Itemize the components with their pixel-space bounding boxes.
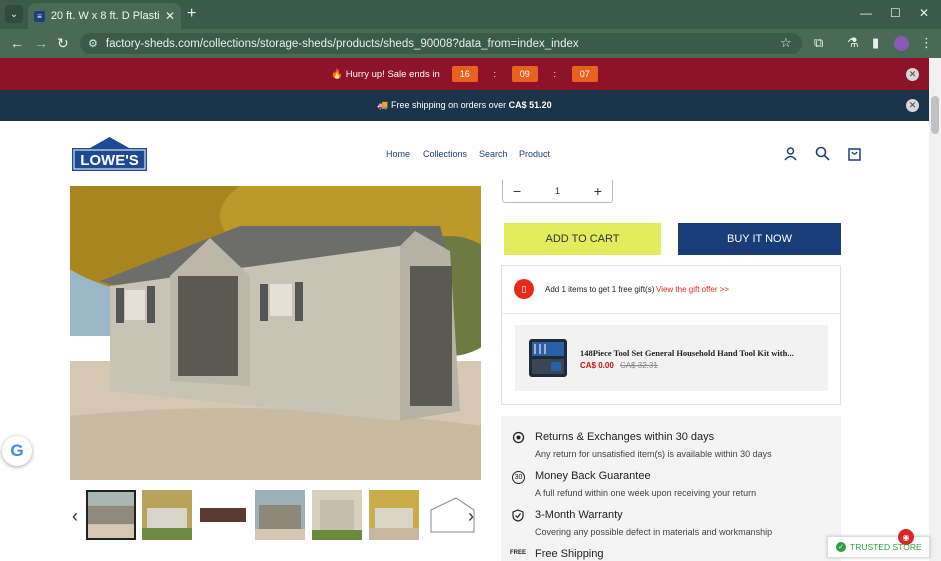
forward-icon[interactable]: →	[34, 35, 48, 51]
check-shield-icon: ✓	[836, 542, 846, 552]
tab-title: 20 ft. W x 8 ft. D Plastic Storag	[50, 10, 159, 22]
close-window-icon[interactable]: ✕	[919, 6, 929, 20]
shipping-text: 🚚 Free shipping on orders over CA$ 51.20	[377, 100, 552, 110]
quantity-value[interactable]: 1	[555, 186, 560, 196]
sale-announcement-bar: 🔥 Hurry up! Sale ends in 16 : 09 : 07 ✕	[0, 58, 929, 90]
gift-offer-text: Add 1 items to get 1 free gift(s)	[545, 285, 655, 294]
url-text: factory-sheds.com/collections/storage-sh…	[105, 37, 579, 50]
profile-avatar[interactable]	[894, 36, 909, 51]
guarantee-warranty-desc: Covering any possible defect in material…	[535, 527, 773, 537]
site-info-icon[interactable]: ⚙	[88, 37, 98, 50]
main-product-image[interactable]	[70, 186, 481, 480]
trusted-store-text: TRUSTED STORE	[850, 542, 922, 552]
notification-bell-icon[interactable]: ◉	[898, 529, 914, 545]
tool-set-image	[529, 339, 567, 377]
gift-divider	[501, 313, 841, 314]
quantity-increase-button[interactable]: +	[594, 183, 602, 199]
nav-home[interactable]: Home	[386, 149, 410, 159]
shipping-bar-close-icon[interactable]: ✕	[906, 99, 919, 112]
side-panel-icon[interactable]: ▮	[872, 35, 879, 51]
tab-search-button[interactable]: ⌄	[5, 5, 23, 23]
new-tab-icon[interactable]: +	[187, 5, 196, 23]
tab-close-icon[interactable]: ✕	[165, 9, 175, 23]
nav-product[interactable]: Product	[519, 149, 550, 159]
lowes-logo[interactable]: LOWE'S	[72, 137, 147, 171]
account-icon[interactable]	[783, 146, 798, 161]
guarantee-warranty-title: 3-Month Warranty	[535, 509, 623, 521]
guarantee-returns-desc: Any return for unsatisfied item(s) is av…	[535, 449, 772, 459]
labs-flask-icon[interactable]: ⚗	[847, 35, 859, 51]
countdown-hours: 16	[451, 66, 478, 82]
extensions-icon[interactable]: ⧉	[814, 35, 823, 51]
thumbnail-4[interactable]	[255, 490, 305, 540]
shipping-announcement-bar: 🚚 Free shipping on orders over CA$ 51.20…	[0, 90, 929, 121]
reload-icon[interactable]: ↻	[57, 35, 69, 52]
add-to-cart-button[interactable]: ADD TO CART	[504, 223, 661, 255]
browser-tab-bar: ⌄ ≡ 20 ft. W x 8 ft. D Plastic Storag ✕ …	[0, 0, 941, 29]
address-bar[interactable]: ⚙ factory-sheds.com/collections/storage-…	[80, 33, 802, 54]
gift-item-original-price: CA$ 32.31	[620, 361, 658, 370]
gift-icon: ▯	[514, 279, 534, 299]
site-favicon-icon: ≡	[34, 10, 45, 22]
quantity-decrease-button[interactable]: −	[513, 183, 521, 199]
gift-item-name: 148Piece Tool Set General Household Hand…	[580, 348, 794, 358]
thumbnail-5[interactable]	[312, 490, 362, 540]
thumbnail-1[interactable]	[86, 490, 136, 540]
buy-now-button[interactable]: BUY IT NOW	[678, 223, 841, 255]
warranty-shield-icon	[512, 509, 524, 522]
nav-search[interactable]: Search	[479, 149, 508, 159]
countdown-separator: :	[493, 69, 496, 79]
scrollbar-thumb[interactable]	[931, 96, 939, 134]
sale-label: Hurry up! Sale ends in	[345, 68, 440, 80]
guarantee-shipping-title: Free Shipping	[535, 548, 604, 560]
google-icon[interactable]: G	[2, 436, 32, 466]
view-gift-offer-link[interactable]: View the gift offer >>	[656, 285, 729, 294]
guarantee-money-back-desc: A full refund within one week upon recei…	[535, 488, 757, 498]
shipping-label: Free shipping on orders over	[391, 100, 507, 110]
search-icon[interactable]	[815, 146, 830, 161]
trusted-store-badge[interactable]: ✓ TRUSTED STORE	[827, 536, 930, 558]
thumbs-next-icon[interactable]: ›	[468, 506, 474, 527]
thumbnail-6[interactable]	[369, 490, 419, 540]
minimize-icon[interactable]: —	[860, 6, 872, 20]
browser-toolbar: ← → ↻ ⚙ factory-sheds.com/collections/st…	[0, 29, 941, 58]
thumbnail-2[interactable]	[142, 490, 192, 540]
money-back-icon: 30	[512, 471, 525, 484]
countdown-minutes: 09	[511, 66, 538, 82]
sale-text: 🔥 Hurry up! Sale ends in	[331, 68, 440, 80]
thumbnail-3[interactable]	[198, 490, 248, 540]
gift-item-price: CA$ 0.00	[580, 361, 614, 370]
sale-bar-close-icon[interactable]: ✕	[906, 67, 919, 81]
back-icon[interactable]: ←	[10, 35, 24, 51]
countdown-seconds: 07	[571, 66, 598, 82]
bookmark-star-icon[interactable]: ☆	[780, 35, 792, 51]
menu-kebab-icon[interactable]: ⋮	[920, 35, 933, 51]
maximize-icon[interactable]: ☐	[890, 6, 901, 20]
guarantee-money-back-title: Money Back Guarantee	[535, 470, 651, 482]
cart-bag-icon[interactable]	[847, 146, 862, 161]
quantity-stepper: − 1 +	[502, 180, 613, 203]
tab-product-page[interactable]: ≡ 20 ft. W x 8 ft. D Plastic Storag ✕	[28, 3, 181, 29]
nav-collections[interactable]: Collections	[423, 149, 467, 159]
shipping-threshold: CA$ 51.20	[508, 100, 552, 110]
returns-icon	[512, 431, 525, 444]
countdown-separator: :	[553, 69, 556, 79]
guarantee-returns-title: Returns & Exchanges within 30 days	[535, 431, 715, 443]
thumbnail-strip	[70, 489, 481, 541]
free-shipping-icon: FREE	[510, 550, 527, 556]
logo-text: LOWE'S	[80, 152, 139, 169]
